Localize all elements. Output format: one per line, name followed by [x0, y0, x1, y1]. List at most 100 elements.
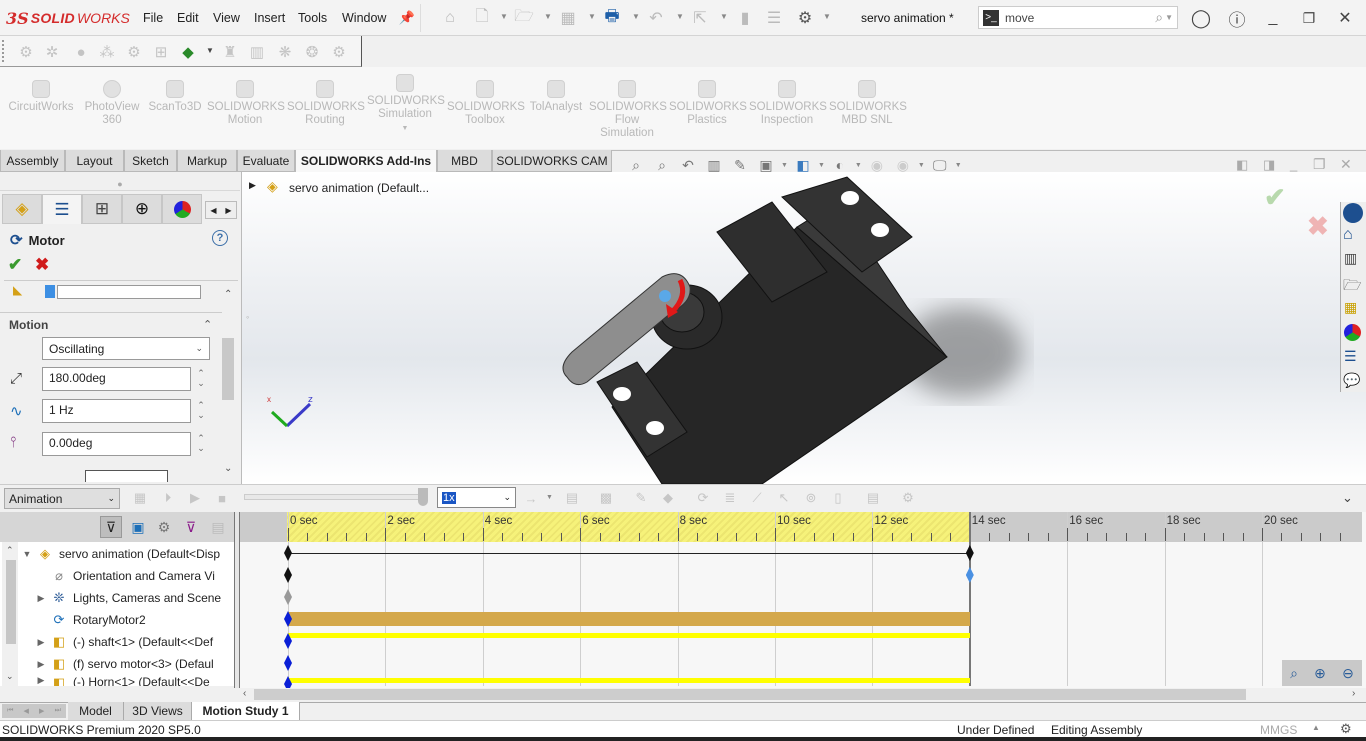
ribbon-scanto3d[interactable]: ScanTo3D	[137, 80, 213, 114]
shaft-change-bar[interactable]	[288, 633, 970, 638]
apply-scene-dropdown[interactable]: ▼	[918, 162, 925, 169]
ribbon-tolanalyst[interactable]: TolAnalyst	[518, 80, 594, 114]
design-library-icon[interactable]: ▥	[1344, 250, 1357, 267]
panel-scrollbar-thumb[interactable]	[222, 338, 234, 400]
ribbon-solidworks-mbd-snl[interactable]: SOLIDWORKS MBD SNL	[829, 80, 907, 127]
customize-status-bar-icon[interactable]: ⚙	[1340, 721, 1352, 737]
filter-driving-icon[interactable]: ▣	[127, 516, 149, 538]
viewport-close-icon[interactable]: ✕	[1340, 156, 1352, 173]
first-tab-icon[interactable]: ⏮	[7, 707, 13, 715]
tree-scrollbar[interactable]	[2, 542, 18, 686]
search-icon[interactable]: ⌕	[1155, 9, 1163, 26]
scroll-right-icon[interactable]: ▶	[225, 206, 231, 215]
filter-animated-icon[interactable]: ⊽	[100, 516, 122, 538]
edit-appearance-icon[interactable]: ◉	[866, 155, 888, 175]
forum-icon[interactable]: 💬	[1343, 372, 1360, 389]
tree-row-servo-motor[interactable]: ▶ ◧ (f) servo motor<3> (Defaul	[34, 653, 248, 675]
scroll-up-icon[interactable]: ⌃	[224, 289, 232, 300]
timeline-slider-thumb[interactable]	[418, 488, 428, 506]
phase-shift-spinner[interactable]: ⌃ ⌄	[195, 433, 207, 453]
menu-insert[interactable]: Insert	[254, 11, 285, 25]
tree-scrollbar-thumb[interactable]	[6, 560, 16, 644]
ribbon-solidworks-routing[interactable]: SOLIDWORKS Routing	[287, 80, 365, 127]
damper-icon[interactable]: ⟋	[747, 489, 767, 507]
viewport-tile-right-icon[interactable]: ◨	[1263, 157, 1275, 173]
unit-system-button[interactable]: MMGS	[1260, 723, 1297, 737]
prev-tab-icon[interactable]: ◀	[24, 707, 29, 715]
amplitude-spinner[interactable]: ⌃ ⌄	[195, 368, 207, 388]
restore-window-button[interactable]: ❐	[1297, 6, 1321, 30]
options-dropdown-icon[interactable]: ▼	[823, 12, 831, 21]
simulation-dropdown-icon[interactable]: ▼	[402, 125, 409, 132]
collapse-arrow-icon[interactable]: ▼	[20, 549, 34, 559]
selection-box[interactable]	[57, 285, 201, 299]
collapse-section-icon[interactable]: ⌃	[203, 318, 212, 331]
menu-tools[interactable]: Tools	[298, 11, 327, 25]
menu-window[interactable]: Window	[342, 11, 386, 25]
ribbon-solidworks-motion[interactable]: SOLIDWORKS Motion	[207, 80, 285, 127]
viewport-minimize-icon[interactable]: _	[1290, 157, 1297, 172]
routing-icon[interactable]: ⊞	[151, 42, 171, 62]
filter-results-icon[interactable]: ⊽	[180, 516, 202, 538]
playback-mode-dropdown[interactable]: ▼	[546, 494, 553, 501]
play-icon[interactable]: ▶	[185, 489, 205, 507]
expand-tree-icon[interactable]: ▶	[249, 180, 256, 191]
confirm-cancel-corner-icon[interactable]: ✖	[1307, 211, 1329, 242]
timeline-slider-track[interactable]	[244, 494, 424, 500]
unit-system-dropdown-icon[interactable]: ▲	[1312, 723, 1320, 732]
view-settings-dropdown[interactable]: ▼	[955, 162, 962, 169]
filter-selected-icon[interactable]: ⚙	[153, 516, 175, 538]
playback-mode-icon[interactable]: →	[521, 489, 541, 507]
spring-icon[interactable]: ≣	[720, 489, 740, 507]
expand-arrow-icon[interactable]: ▶	[34, 593, 48, 604]
menu-view[interactable]: View	[213, 11, 240, 25]
tree-row-rotary-motor[interactable]: ⟳ RotaryMotor2	[34, 609, 248, 631]
previous-view-icon[interactable]: ↶	[677, 155, 699, 175]
ribbon-solidworks-flow-simulation[interactable]: SOLIDWORKS Flow Simulation	[589, 80, 667, 140]
autokey-icon[interactable]: ✎	[631, 489, 651, 507]
view-palette-icon[interactable]: ▦	[1344, 299, 1357, 316]
graphics-area[interactable]	[242, 172, 1366, 484]
tab-evaluate[interactable]: Evaluate	[237, 150, 295, 172]
tab-mbd[interactable]: MBD	[437, 150, 492, 172]
frequency-field[interactable]: 1 Hz	[42, 399, 191, 423]
horn-change-bar[interactable]	[288, 678, 970, 683]
tab-configuration-manager[interactable]: ⊞	[82, 194, 122, 224]
options-gear-icon[interactable]: ⚙	[795, 8, 815, 28]
tab-solidworks-addins[interactable]: SOLIDWORKS Add-Ins	[295, 150, 437, 172]
contact-icon[interactable]: ⊚	[801, 489, 821, 507]
motor-duration-bar[interactable]	[288, 612, 970, 626]
tree-row-lights-cameras[interactable]: ▶ ❊ Lights, Cameras and Scene	[34, 587, 248, 609]
save-icon[interactable]: ▦	[558, 8, 578, 28]
tree-row-orientation-camera[interactable]: ⌀ Orientation and Camera Vi	[34, 565, 248, 587]
panel-collapse-handle[interactable]: ◦	[246, 312, 249, 322]
simulation-icon[interactable]: ◆	[178, 42, 198, 62]
servo-model-render[interactable]	[242, 172, 1366, 484]
tab-motion-study-1[interactable]: Motion Study 1	[192, 702, 300, 720]
viewport-tile-left-icon[interactable]: ◧	[1236, 157, 1248, 173]
simulation-dropdown-icon[interactable]: ▼	[206, 46, 214, 55]
circuitworks-icon[interactable]: ⚙	[16, 42, 36, 62]
hide-show-items-icon[interactable]: ◐	[829, 155, 851, 175]
tab-solidworks-cam[interactable]: SOLIDWORKS CAM	[492, 150, 612, 172]
file-properties-icon[interactable]: ☰	[764, 8, 784, 28]
results-plots-icon[interactable]: ▤	[863, 489, 883, 507]
zoom-to-fit-icon[interactable]: ⌕	[625, 155, 647, 175]
calculate-icon[interactable]: ▦	[130, 489, 150, 507]
add-key-icon[interactable]: ◆	[658, 489, 678, 507]
tab-property-manager[interactable]: ☰	[42, 194, 82, 224]
select-dropdown-icon[interactable]: ▼	[720, 12, 728, 21]
file-explorer-icon[interactable]: 🗁	[1343, 275, 1362, 300]
scanto3d-icon[interactable]: ⁂	[97, 42, 117, 62]
confirm-ok-corner-icon[interactable]: ✔	[1264, 182, 1286, 213]
save-animation-icon[interactable]: ▤	[562, 489, 582, 507]
zoom-in-icon[interactable]: ⊕	[1314, 665, 1326, 682]
view-orientation-icon[interactable]: ▣	[755, 155, 777, 175]
view-orientation-dropdown[interactable]: ▼	[781, 162, 788, 169]
next-tab-icon[interactable]: ▶	[39, 707, 44, 715]
apply-scene-icon[interactable]: ◉	[892, 155, 914, 175]
inspection-icon[interactable]: ⚙	[329, 42, 349, 62]
toolbar-grip[interactable]	[2, 40, 5, 62]
save-dropdown-icon[interactable]: ▼	[588, 12, 596, 21]
last-tab-icon[interactable]: ⏭	[55, 707, 61, 715]
